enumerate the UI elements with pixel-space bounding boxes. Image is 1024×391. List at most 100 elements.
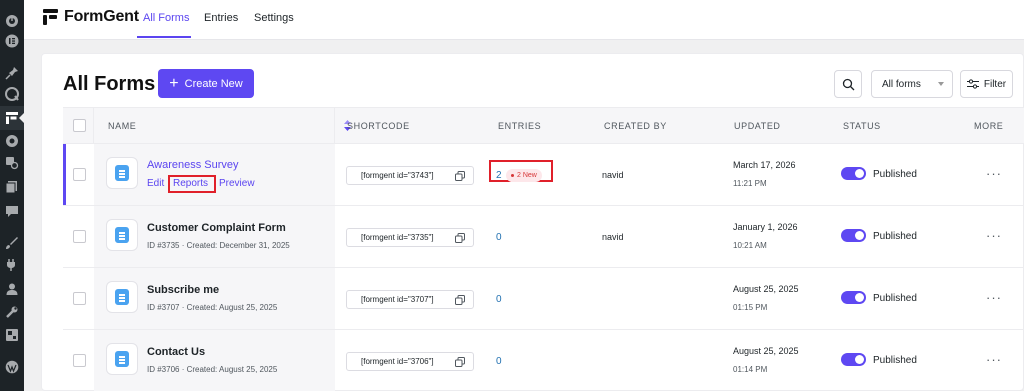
table-row[interactable]: Awareness Survey Edit Reports Preview [f… — [63, 144, 1024, 206]
header-created-by: CREATED BY — [604, 121, 667, 131]
shortcode-field[interactable]: [formgent id="3706"] — [346, 352, 474, 371]
header-entries: ENTRIES — [498, 121, 542, 131]
updated-date: August 25, 2025 — [733, 284, 799, 294]
status-label: Published — [873, 231, 917, 242]
updated-time: 10:21 AM — [733, 241, 767, 250]
select-column — [63, 108, 94, 144]
edit-link[interactable]: Edit — [147, 178, 164, 189]
users-icon[interactable] — [5, 282, 19, 296]
shortcode-field[interactable]: [formgent id="3707"] — [346, 290, 474, 309]
forms-filter-value: All forms — [882, 78, 921, 90]
filter-button[interactable]: Filter — [960, 70, 1013, 98]
formgent-logo-icon — [43, 9, 58, 25]
more-options-button[interactable]: ··· — [986, 228, 1002, 243]
status-toggle[interactable] — [841, 291, 866, 304]
header-shortcode: SHORTCODE — [347, 121, 410, 131]
table-row[interactable]: Contact Us ID #3706 · Created: August 25… — [63, 330, 1024, 391]
shortcode-text: [formgent id="3735"] — [361, 233, 434, 242]
created-by: navid — [602, 232, 624, 242]
page-title: All Forms — [63, 73, 156, 95]
entries-count[interactable]: 2 — [496, 170, 502, 181]
row-accent-bar — [63, 144, 66, 205]
status-label: Published — [873, 293, 917, 304]
tab-settings[interactable]: Settings — [254, 12, 294, 24]
copy-icon[interactable] — [455, 233, 465, 243]
updated-time: 01:14 PM — [733, 365, 768, 374]
entries-count[interactable]: 0 — [496, 232, 502, 243]
shortcode-field[interactable]: [formgent id="3735"] — [346, 228, 474, 247]
circle-icon[interactable] — [5, 134, 19, 148]
row-checkbox[interactable] — [73, 354, 86, 367]
entries-count[interactable]: 0 — [496, 294, 502, 305]
status-label: Published — [873, 169, 917, 180]
row-checkbox[interactable] — [73, 292, 86, 305]
form-icon — [106, 343, 138, 375]
filter-label: Filter — [983, 78, 1007, 90]
copy-icon[interactable] — [455, 357, 465, 367]
appearance-icon[interactable] — [5, 236, 19, 250]
formgent-logo[interactable]: FormGent — [43, 8, 139, 26]
header-name: NAME — [108, 121, 137, 131]
new-entries-badge: 2 New — [506, 169, 542, 182]
create-new-button[interactable]: + Create New — [158, 69, 254, 98]
tab-all-forms[interactable]: All Forms — [143, 12, 189, 24]
wp-logo-icon[interactable] — [5, 360, 19, 374]
updated-date: January 1, 2026 — [733, 222, 798, 232]
preview-link[interactable]: Preview — [219, 178, 255, 189]
shortcode-text: [formgent id="3706"] — [361, 357, 434, 366]
more-options-button[interactable]: ··· — [986, 290, 1002, 305]
forms-card: All Forms + Create New All forms Filter … — [41, 53, 1024, 391]
table-row[interactable]: Subscribe me ID #3707 · Created: August … — [63, 268, 1024, 330]
new-badge-label: 2 New — [517, 172, 537, 179]
settings-icon[interactable] — [5, 328, 19, 342]
pin-icon[interactable] — [5, 66, 19, 80]
row-checkbox[interactable] — [73, 168, 86, 181]
dashboard-icon[interactable] — [5, 13, 19, 27]
plugins-icon[interactable] — [5, 258, 19, 272]
form-icon — [106, 157, 138, 189]
brand-name: FormGent — [64, 8, 139, 25]
table-header: NAME SHORTCODE ENTRIES CREATED BY UPDATE… — [63, 107, 1024, 144]
search-button[interactable] — [834, 70, 862, 98]
table-row[interactable]: Customer Complaint Form ID #3735 · Creat… — [63, 206, 1024, 268]
search-icon — [842, 78, 854, 90]
header-status: STATUS — [843, 121, 881, 131]
elementor-icon[interactable] — [5, 34, 19, 48]
name-column-header[interactable]: NAME — [94, 108, 351, 144]
form-title-link[interactable]: Awareness Survey — [147, 159, 239, 171]
status-toggle[interactable] — [841, 167, 866, 180]
comments-icon[interactable] — [5, 87, 19, 101]
status-toggle[interactable] — [841, 229, 866, 242]
pages-icon[interactable] — [5, 180, 19, 194]
form-title[interactable]: Subscribe me — [147, 284, 219, 296]
more-options-button[interactable]: ··· — [986, 166, 1002, 181]
form-meta: ID #3706 · Created: August 25, 2025 — [147, 365, 278, 374]
form-icon — [106, 219, 138, 251]
copy-icon[interactable] — [455, 295, 465, 305]
tab-entries[interactable]: Entries — [204, 12, 238, 24]
copy-icon[interactable] — [455, 171, 465, 181]
more-options-button[interactable]: ··· — [986, 352, 1002, 367]
tools-icon[interactable] — [5, 305, 19, 319]
row-checkbox[interactable] — [73, 230, 86, 243]
search-gear-icon[interactable] — [5, 156, 19, 170]
formgent-topbar: FormGent All Forms Entries Settings — [24, 0, 1024, 40]
status-toggle[interactable] — [841, 353, 866, 366]
entries-count[interactable]: 0 — [496, 356, 502, 367]
updated-time: 01:15 PM — [733, 303, 768, 312]
forms-filter-select[interactable]: All forms — [871, 70, 953, 98]
sliders-icon — [966, 79, 979, 89]
shortcode-text: [formgent id="3707"] — [361, 295, 434, 304]
wp-menu-active-arrow — [19, 113, 24, 123]
shortcode-field[interactable]: [formgent id="3743"] — [346, 166, 474, 185]
form-title[interactable]: Contact Us — [147, 346, 205, 358]
formgent-icon[interactable] — [5, 111, 19, 125]
reports-highlight-box — [168, 175, 216, 193]
created-by: navid — [602, 170, 624, 180]
active-tab-underline — [137, 36, 191, 38]
form-title[interactable]: Customer Complaint Form — [147, 222, 286, 234]
form-meta: ID #3735 · Created: December 31, 2025 — [147, 241, 290, 250]
select-all-checkbox[interactable] — [73, 119, 86, 132]
comment-icon[interactable] — [5, 204, 19, 218]
updated-date: August 25, 2025 — [733, 346, 799, 356]
